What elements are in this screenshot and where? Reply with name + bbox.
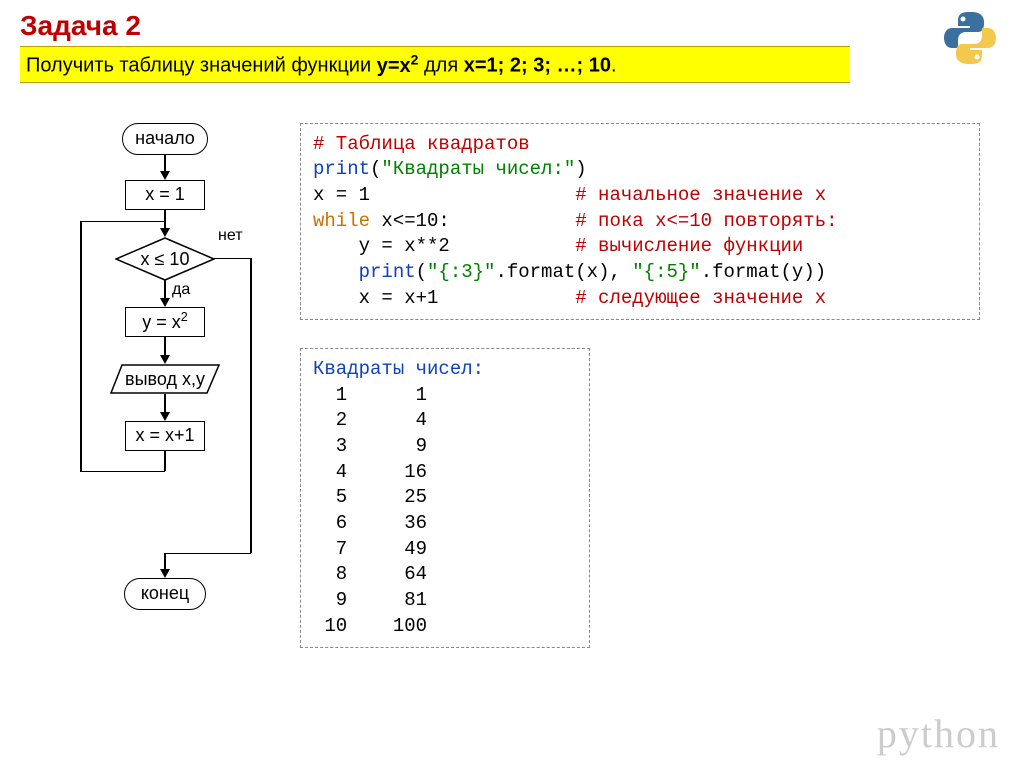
output-row: 7 49 bbox=[313, 538, 427, 560]
output-row: 4 16 bbox=[313, 461, 427, 483]
code-l6f: "{:5}" bbox=[632, 261, 700, 283]
flow-no-label: нет bbox=[218, 227, 243, 245]
output-row: 9 81 bbox=[313, 589, 427, 611]
flow-end: конец bbox=[124, 578, 206, 610]
flow-decision: x ≤ 10 bbox=[115, 237, 215, 281]
code-l1: # Таблица квадратов bbox=[313, 133, 530, 155]
code-l6a bbox=[313, 261, 359, 283]
output-row: 3 9 bbox=[313, 435, 427, 457]
code-l6d: "{:3}" bbox=[427, 261, 495, 283]
code-l6e: .format(x), bbox=[495, 261, 632, 283]
flow-yes-label: да bbox=[172, 281, 190, 299]
output-header: Квадраты чисел: bbox=[313, 358, 484, 380]
subtitle-vals: х=1; 2; 3; …; 10 bbox=[464, 55, 611, 77]
code-l7b: # следующее значение x bbox=[575, 287, 826, 309]
flow-start: начало bbox=[122, 123, 208, 155]
code-l3b: # начальное значение x bbox=[575, 184, 826, 206]
task-title: Задача 2 bbox=[20, 10, 1004, 42]
code-l2a: print bbox=[313, 158, 370, 180]
flow-output-text: вывод x,y bbox=[125, 364, 205, 394]
code-block: # Таблица квадратов print("Квадраты чисе… bbox=[300, 123, 980, 320]
subtitle-post: для bbox=[418, 55, 463, 77]
code-l6g: .format(y)) bbox=[701, 261, 826, 283]
flow-init: x = 1 bbox=[125, 180, 205, 210]
output-row: 10 100 bbox=[313, 615, 427, 637]
code-l7a: x = x+1 bbox=[313, 287, 575, 309]
flow-calc: y = x2 bbox=[125, 307, 205, 337]
code-l2d: ) bbox=[575, 158, 586, 180]
code-l6c: ( bbox=[416, 261, 427, 283]
code-l4a: while bbox=[313, 210, 370, 232]
code-l5a: y = x**2 bbox=[313, 235, 575, 257]
code-l6b: print bbox=[359, 261, 416, 283]
subtitle-pre: Получить таблицу значений функции bbox=[26, 55, 377, 77]
output-row: 5 25 bbox=[313, 486, 427, 508]
python-watermark: python bbox=[877, 710, 1000, 757]
flow-cond-text: x ≤ 10 bbox=[141, 237, 190, 281]
code-l3a: x = 1 bbox=[313, 184, 575, 206]
flow-calc-exp: 2 bbox=[181, 310, 188, 324]
code-l2b: ( bbox=[370, 158, 381, 180]
flow-inc: x = x+1 bbox=[125, 421, 205, 451]
code-l4c: # пока x<=10 повторять: bbox=[575, 210, 837, 232]
flow-output: вывод x,y bbox=[110, 364, 220, 394]
output-row: 8 64 bbox=[313, 563, 427, 585]
task-subtitle: Получить таблицу значений функции y=x2 д… bbox=[20, 46, 850, 83]
output-row: 6 36 bbox=[313, 512, 427, 534]
python-logo-icon bbox=[940, 8, 1000, 73]
output-row: 1 1 bbox=[313, 384, 427, 406]
code-l2c: "Квадраты чисел:" bbox=[381, 158, 575, 180]
subtitle-func: y=x bbox=[377, 55, 411, 77]
output-row: 2 4 bbox=[313, 409, 427, 431]
subtitle-dot: . bbox=[611, 55, 617, 77]
flow-calc-pre: y = x bbox=[142, 312, 181, 332]
flowchart: начало x = 1 x ≤ 10 нет да y = x2 вывод … bbox=[20, 123, 270, 623]
code-l5b: # вычисление функции bbox=[575, 235, 803, 257]
output-block: Квадраты чисел: 1 1 2 4 3 9 4 16 5 25 6 … bbox=[300, 348, 590, 648]
code-l4b: x<=10: bbox=[370, 210, 575, 232]
